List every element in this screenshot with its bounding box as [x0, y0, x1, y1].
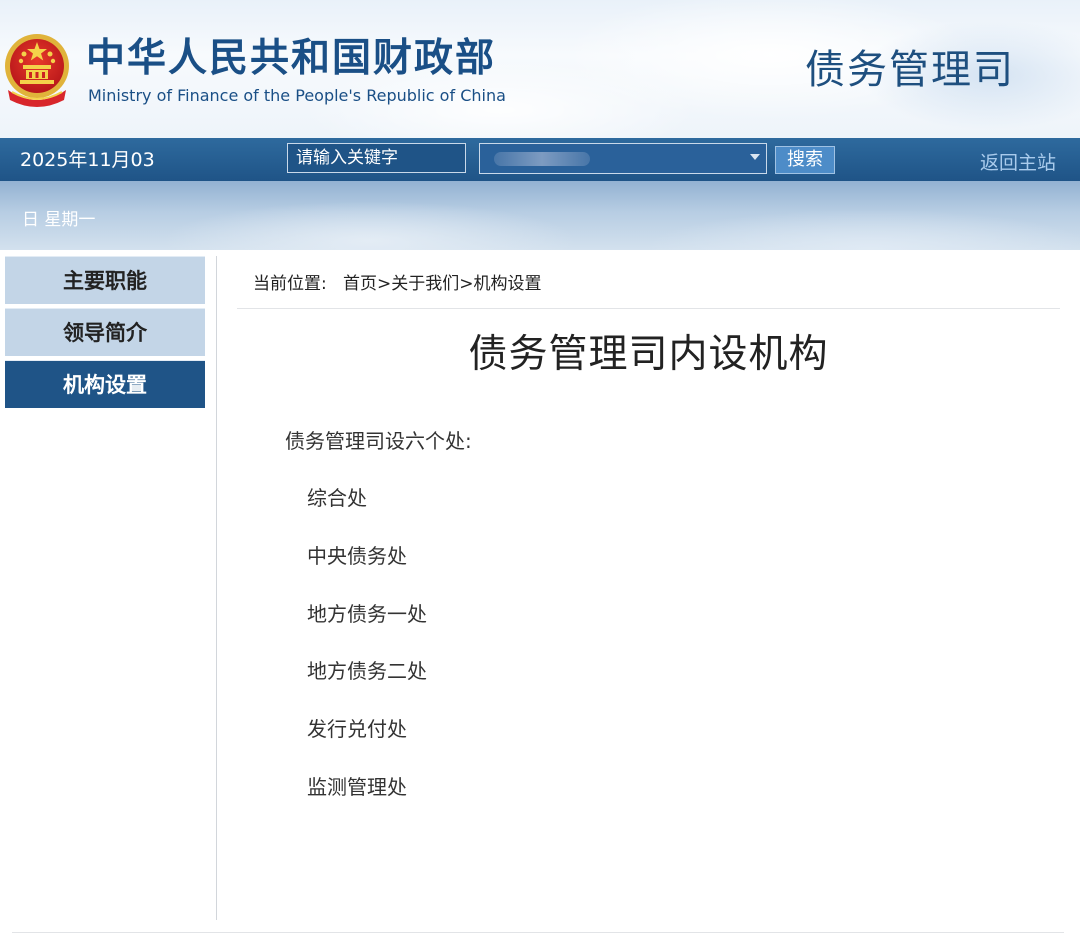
sidebar-nav: 主要职能 领导简介 机构设置 [5, 256, 205, 412]
return-home-link[interactable]: 返回主站 [980, 151, 1056, 175]
list-item: 地方债务一处 [307, 601, 427, 626]
sidebar-item-main-functions[interactable]: 主要职能 [5, 256, 205, 304]
header-banner: 中华人民共和国财政部 Ministry of Finance of the Pe… [0, 0, 1080, 138]
list-item: 发行兑付处 [307, 717, 407, 742]
breadcrumb-about-us[interactable]: 关于我们 [391, 274, 459, 294]
select-value-obscured [494, 152, 590, 166]
chevron-down-icon [750, 154, 760, 160]
search-input[interactable] [287, 143, 466, 173]
sidebar-item-organization[interactable]: 机构设置 [5, 360, 205, 408]
banner-mist [160, 201, 580, 250]
breadcrumb-separator: > [376, 274, 392, 294]
ministry-name-en: Ministry of Finance of the People's Repu… [88, 86, 506, 105]
sidebar-item-leadership[interactable]: 领导简介 [5, 308, 205, 356]
sub-banner: 日 星期一 [0, 181, 1080, 250]
breadcrumb-separator: > [459, 274, 474, 294]
ministry-name-cn: 中华人民共和国财政部 [86, 36, 497, 81]
list-item: 中央债务处 [307, 543, 407, 568]
breadcrumb-prefix: 当前位置: [253, 274, 327, 294]
current-date: 2025年11月03 [20, 149, 155, 171]
list-item: 监测管理处 [307, 774, 407, 799]
banner-mist [640, 209, 1080, 250]
sidebar-divider [216, 256, 217, 920]
division-list: 综合处 中央债务处 地方债务一处 地方债务二处 发行兑付处 监测管理处 [307, 485, 427, 832]
search-scope-select[interactable] [479, 143, 767, 174]
search-button[interactable]: 搜索 [775, 146, 835, 174]
list-item: 地方债务二处 [307, 659, 427, 684]
breadcrumb: 当前位置: 首页>关于我们>机构设置 [253, 272, 541, 296]
department-title: 债务管理司 [805, 47, 1015, 93]
top-navbar: 2025年11月03 搜索 返回主站 [0, 138, 1080, 181]
intro-text: 债务管理司设六个处: [285, 429, 472, 453]
weekday-text: 日 星期一 [22, 210, 96, 230]
breadcrumb-home[interactable]: 首页 [343, 274, 377, 294]
breadcrumb-organization[interactable]: 机构设置 [473, 274, 541, 294]
page-title: 债务管理司内设机构 [468, 332, 829, 377]
footer-divider [12, 932, 1064, 933]
list-item: 综合处 [307, 486, 367, 510]
national-emblem-icon [5, 34, 69, 107]
content-divider [237, 308, 1060, 309]
